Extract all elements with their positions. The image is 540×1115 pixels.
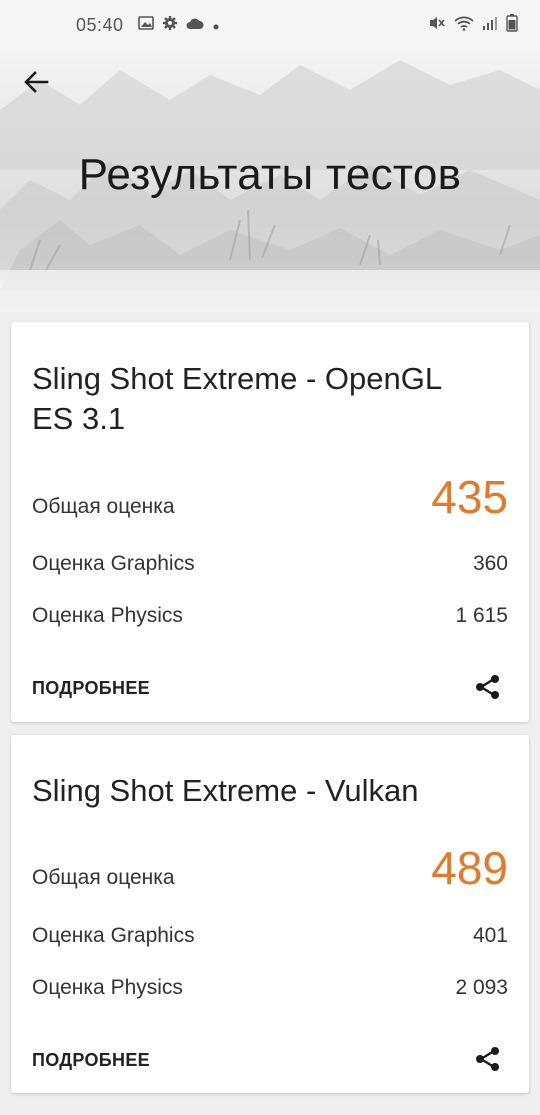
overall-score-value: 489 <box>431 842 508 894</box>
graphics-score-label: Оценка Graphics <box>32 924 195 947</box>
cloud-icon <box>186 15 204 36</box>
mute-icon <box>428 15 446 36</box>
graphics-score-value: 360 <box>472 552 508 575</box>
status-bar: 05:40 <box>0 0 540 50</box>
status-time: 05:40 <box>76 14 124 35</box>
test-title: Sling Shot Extreme - Vulkan <box>32 773 419 808</box>
graphics-score-label: Оценка Graphics <box>32 552 195 575</box>
hero-header: Результаты тестов <box>0 50 540 312</box>
physics-score-row: Оценка Physics 1 615 <box>32 604 508 628</box>
physics-score-label: Оценка Physics <box>32 604 183 627</box>
result-card-vulkan: Sling Shot Extreme - Vulkan Общая оценка… <box>11 735 529 1093</box>
overall-score-row: Общая оценка 435 <box>32 470 508 524</box>
status-right-group <box>428 13 518 37</box>
share-button[interactable] <box>471 1042 505 1076</box>
battery-icon <box>506 13 518 37</box>
dot-icon <box>212 15 220 36</box>
back-button[interactable] <box>16 62 56 102</box>
result-card-opengl: Sling Shot Extreme - OpenGL ES 3.1 Общая… <box>11 322 529 722</box>
wifi-icon <box>454 15 474 36</box>
back-arrow-icon <box>24 71 49 93</box>
page-title: Результаты тестов <box>78 150 462 199</box>
physics-score-label: Оценка Physics <box>32 976 183 999</box>
share-icon <box>476 1047 499 1071</box>
details-button[interactable]: ПОДРОБНЕЕ <box>32 1050 150 1071</box>
physics-score-row: Оценка Physics 2 093 <box>32 976 508 1000</box>
signal-icon <box>482 15 498 36</box>
overall-score-label: Общая оценка <box>32 495 175 518</box>
share-button[interactable] <box>471 670 505 704</box>
test-title: Sling Shot Extreme - OpenGL ES 3.1 <box>32 361 441 436</box>
physics-score-value: 2 093 <box>455 976 508 999</box>
gear-icon <box>162 15 178 36</box>
overall-score-value: 435 <box>431 471 508 523</box>
share-icon <box>476 675 499 699</box>
graphics-score-value: 401 <box>472 924 508 947</box>
overall-score-row: Общая оценка 489 <box>32 841 508 895</box>
physics-score-value: 1 615 <box>455 604 508 627</box>
overall-score-label: Общая оценка <box>32 866 175 889</box>
details-button[interactable]: ПОДРОБНЕЕ <box>32 678 150 699</box>
graphics-score-row: Оценка Graphics 401 <box>32 924 508 948</box>
image-icon <box>137 15 154 36</box>
graphics-score-row: Оценка Graphics 360 <box>32 552 508 576</box>
